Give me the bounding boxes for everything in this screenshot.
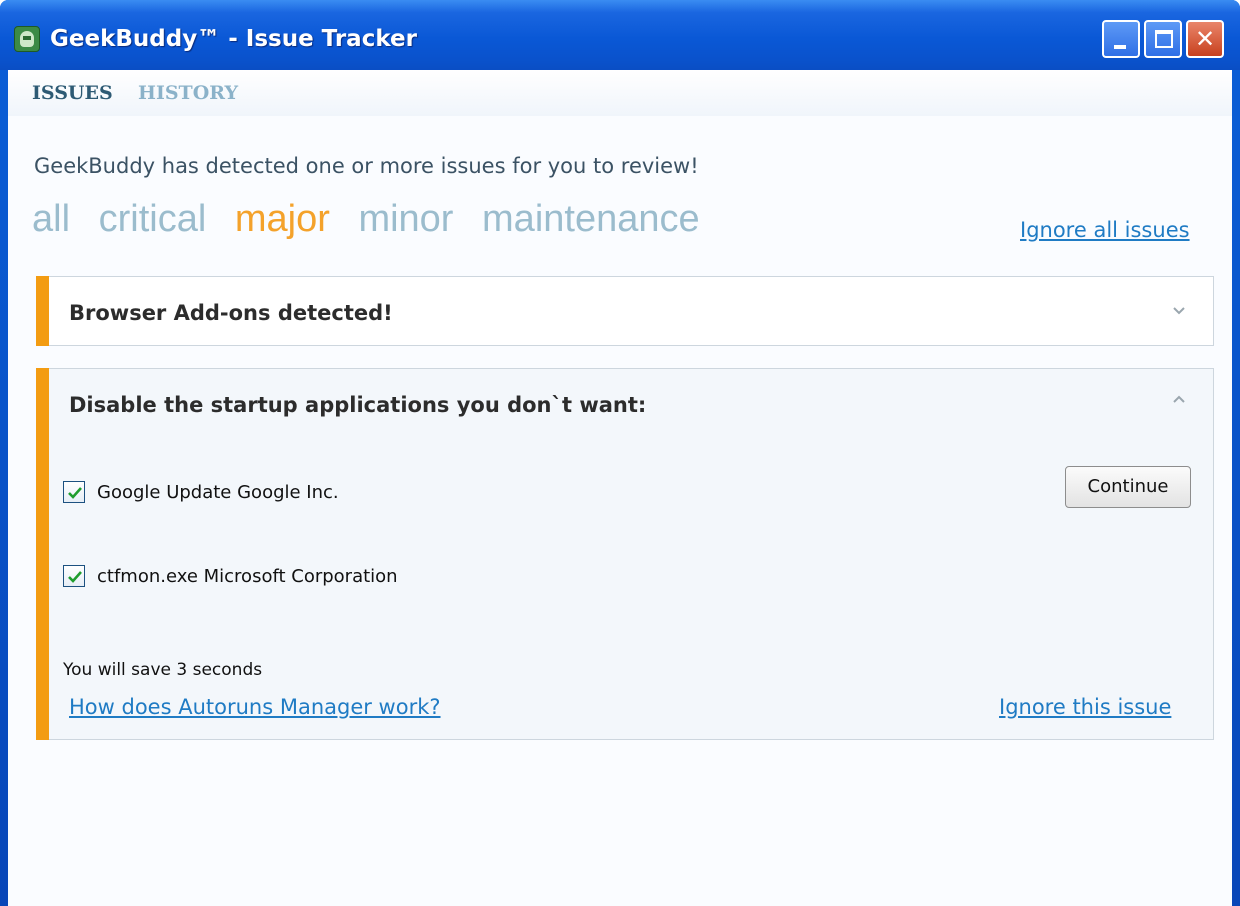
issue-title[interactable]: Disable the startup applications you don…	[69, 393, 646, 417]
window-title: GeekBuddy™ - Issue Tracker	[50, 26, 417, 52]
filter-major[interactable]: major	[235, 198, 330, 240]
filter-minor[interactable]: minor	[358, 198, 453, 240]
filter-maintenance[interactable]: maintenance	[482, 198, 700, 240]
autoruns-help-link[interactable]: How does Autoruns Manager work?	[69, 695, 441, 719]
top-navigation: ISSUES HISTORY	[8, 70, 1232, 116]
startup-item-checkbox[interactable]	[63, 481, 85, 503]
issue-title[interactable]: Browser Add-ons detected!	[69, 301, 393, 325]
severity-stripe	[36, 368, 49, 740]
issue-panel-browser-addons[interactable]: Browser Add-ons detected!	[36, 276, 1214, 346]
ignore-all-issues-link[interactable]: Ignore all issues	[1020, 218, 1190, 242]
chevron-down-icon[interactable]	[1171, 303, 1187, 319]
tab-issues[interactable]: ISSUES	[32, 82, 113, 104]
issue-panel-startup-apps: Disable the startup applications you don…	[36, 368, 1214, 740]
continue-button[interactable]: Continue	[1065, 466, 1191, 508]
close-button[interactable]: ✕	[1186, 20, 1224, 58]
minimize-button[interactable]	[1102, 20, 1140, 58]
startup-item-label[interactable]: ctfmon.exe Microsoft Corporation	[97, 566, 398, 587]
severity-stripe	[36, 276, 49, 346]
startup-item-checkbox[interactable]	[63, 565, 85, 587]
time-savings-text: You will save 3 seconds	[63, 660, 263, 680]
status-headline: GeekBuddy has detected one or more issue…	[34, 154, 699, 178]
client-area: ISSUES HISTORY GeekBuddy has detected on…	[8, 70, 1232, 906]
checkmark-icon	[68, 487, 82, 499]
severity-filter-bar: all critical major minor maintenance	[32, 198, 718, 248]
geekbuddy-app-icon	[14, 26, 40, 52]
app-window: GeekBuddy™ - Issue Tracker ✕ ISSUES HIST…	[0, 0, 1240, 906]
filter-critical[interactable]: critical	[99, 198, 207, 240]
tab-history[interactable]: HISTORY	[138, 82, 238, 104]
close-icon: ✕	[1194, 25, 1216, 53]
filter-all[interactable]: all	[32, 198, 70, 240]
maximize-icon	[1155, 30, 1173, 48]
chevron-up-icon[interactable]	[1171, 391, 1187, 407]
ignore-this-issue-link[interactable]: Ignore this issue	[999, 695, 1171, 719]
title-bar[interactable]: GeekBuddy™ - Issue Tracker ✕	[0, 0, 1240, 70]
minimize-icon	[1114, 45, 1126, 49]
checkmark-icon	[68, 571, 82, 583]
startup-item-label[interactable]: Google Update Google Inc.	[97, 482, 339, 503]
maximize-button[interactable]	[1144, 20, 1182, 58]
